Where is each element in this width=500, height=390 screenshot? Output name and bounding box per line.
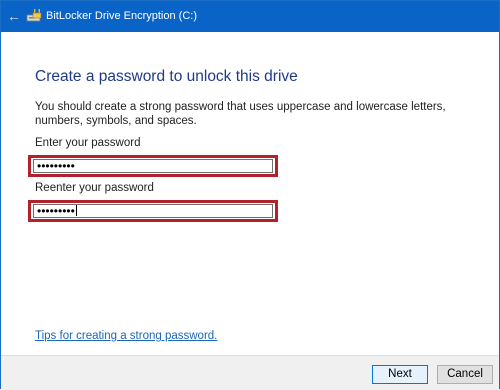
password-input[interactable]: ••••••••• <box>33 159 273 173</box>
title-bar: ← BitLocker Drive Encryption (C:) <box>1 1 499 32</box>
page-heading: Create a password to unlock this drive <box>35 68 298 85</box>
button-bar: Next Cancel <box>1 355 499 390</box>
description-text: You should create a strong password that… <box>35 101 446 127</box>
password-tips-link[interactable]: Tips for creating a strong password. <box>35 330 217 342</box>
text-caret <box>75 205 77 216</box>
reenter-password-input[interactable]: ••••••••• <box>33 204 273 218</box>
back-arrow-icon[interactable]: ← <box>7 8 21 24</box>
reenter-field-highlight: ••••••••• <box>28 200 278 222</box>
bitlocker-wizard-window: ← BitLocker Drive Encryption (C:) Create… <box>0 0 500 390</box>
window-title: BitLocker Drive Encryption (C:) <box>46 10 197 22</box>
reenter-password-label: Reenter your password <box>35 182 154 194</box>
next-button[interactable]: Next <box>372 365 428 384</box>
password-field-highlight: ••••••••• <box>28 155 278 177</box>
bitlocker-drive-icon <box>26 9 42 22</box>
password-label: Enter your password <box>35 137 141 149</box>
reenter-password-value: ••••••••• <box>37 204 75 218</box>
cancel-button[interactable]: Cancel <box>437 365 493 384</box>
password-value: ••••••••• <box>37 159 75 173</box>
